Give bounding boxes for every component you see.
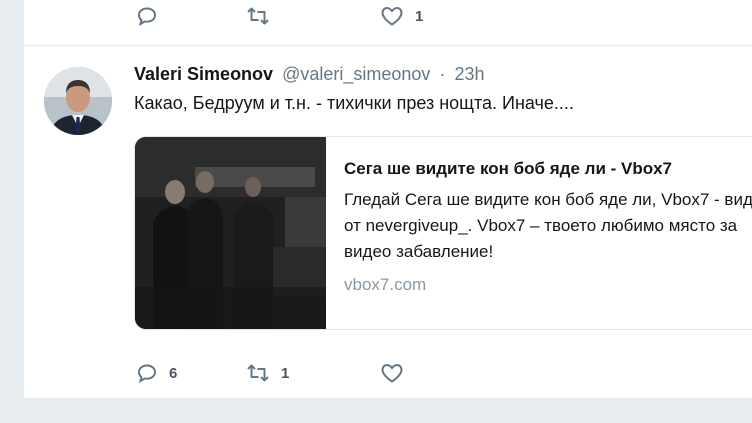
video-thumbnail-image — [135, 137, 326, 329]
card-thumbnail — [135, 137, 326, 329]
divider — [24, 45, 752, 46]
tweet-actions: 6 1 — [135, 361, 415, 385]
link-card[interactable]: Сега ше видите кон боб яде ли - Vbox7 Гл… — [134, 136, 752, 330]
like-button[interactable] — [379, 361, 415, 385]
avatar[interactable] — [44, 67, 112, 135]
retweet-button[interactable] — [245, 4, 379, 28]
avatar-photo — [44, 67, 112, 135]
tweet-text: Какао, Бедруум и т.н. - тихички през нощ… — [134, 93, 574, 113]
retweet-button[interactable]: 1 — [245, 361, 379, 385]
card-domain: vbox7.com — [344, 275, 427, 294]
prev-tweet-actions: 1 — [135, 4, 423, 28]
card-body: Сега ше видите кон боб яде ли - Vbox7 Гл… — [344, 159, 752, 295]
author-handle[interactable]: @valeri_simeonov — [282, 64, 430, 84]
reply-icon — [135, 361, 159, 385]
tweet-timestamp[interactable]: 23h — [454, 64, 484, 84]
heart-icon — [379, 4, 405, 28]
reply-button[interactable] — [135, 4, 245, 28]
heart-icon — [379, 361, 405, 385]
header-separator: · — [439, 64, 446, 84]
retweet-icon — [245, 361, 271, 385]
tweet-header: Valeri Simeonov @valeri_simeonov · 23h — [134, 64, 485, 85]
author-name[interactable]: Valeri Simeonov — [134, 64, 273, 84]
reply-icon — [135, 4, 159, 28]
card-description-line: Гледай Сега ше видите кон боб яде ли, Vb… — [344, 190, 752, 209]
like-button[interactable]: 1 — [379, 4, 423, 28]
reply-count: 6 — [169, 364, 178, 382]
retweet-icon — [245, 4, 271, 28]
reply-button[interactable]: 6 — [135, 361, 245, 385]
card-description-line: от nevergiveup_. Vbox7 – твоето любимо м… — [344, 216, 738, 235]
retweet-count: 1 — [281, 364, 290, 382]
like-count: 1 — [415, 7, 424, 25]
card-title[interactable]: Сега ше видите кон боб яде ли - Vbox7 — [344, 159, 752, 179]
card-description-line: видео забавление! — [344, 242, 494, 261]
card-description: Гледай Сега ше видите кон боб яде ли, Vb… — [344, 187, 752, 265]
